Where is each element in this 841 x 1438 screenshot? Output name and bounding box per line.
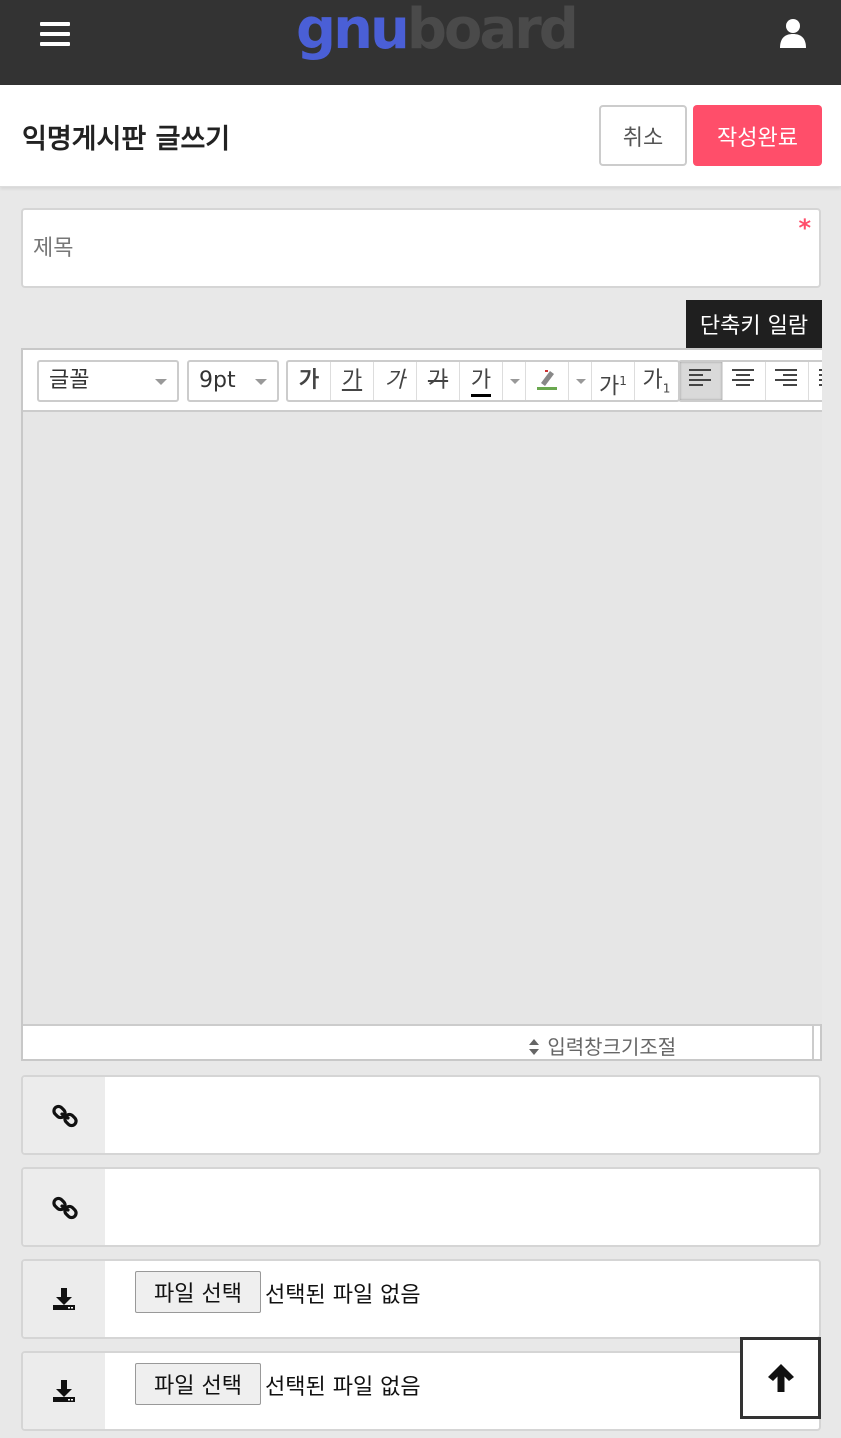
align-left-button[interactable] <box>680 362 723 400</box>
link-field-2 <box>21 1167 821 1247</box>
align-group <box>678 360 822 402</box>
rich-text-editor: 글꼴 9pt 가 가 가 가 가 가1 가1 입력창크기조절 <box>21 348 822 1061</box>
subject-field: * <box>21 208 821 288</box>
file-field-2: 파일 선택 선택된 파일 없음 <box>21 1351 821 1431</box>
font-family-select[interactable]: 글꼴 <box>37 360 179 402</box>
font-family-label: 글꼴 <box>49 368 90 393</box>
align-justify-icon <box>818 369 822 389</box>
file-status-1: 선택된 파일 없음 <box>265 1283 421 1308</box>
file-field-1: 파일 선택 선택된 파일 없음 <box>21 1259 821 1339</box>
download-icon <box>53 1380 75 1402</box>
superscript-button[interactable]: 가1 <box>592 362 635 400</box>
link-input-2[interactable] <box>113 1181 803 1233</box>
editor-content-area[interactable] <box>23 412 822 1024</box>
subscript-button[interactable]: 가1 <box>635 362 678 400</box>
top-header: gnuboard <box>0 0 841 85</box>
bold-button[interactable]: 가 <box>288 362 331 400</box>
shortcut-list-button[interactable]: 단축키 일람 <box>686 300 822 348</box>
gnuboard-logo[interactable]: gnuboard <box>296 0 579 70</box>
link-input-1[interactable] <box>113 1089 803 1141</box>
font-color-dropdown[interactable] <box>503 362 526 400</box>
align-right-icon <box>775 369 799 389</box>
strikethrough-button[interactable]: 가 <box>417 362 460 400</box>
file-select-button-1[interactable]: 파일 선택 <box>135 1271 261 1313</box>
write-title-bar: 익명게시판 글쓰기 취소 작성완료 <box>0 85 841 187</box>
link-icon <box>52 1104 78 1128</box>
user-icon[interactable] <box>779 18 807 48</box>
menu-icon[interactable] <box>40 22 70 46</box>
editor-resize-handle[interactable]: 입력창크기조절 <box>23 1024 820 1059</box>
align-center-icon <box>732 369 756 389</box>
font-color-button[interactable]: 가 <box>460 362 503 400</box>
highlight-color-button[interactable] <box>526 362 569 400</box>
resize-arrows-icon <box>529 1039 539 1055</box>
cancel-button[interactable]: 취소 <box>599 105 687 166</box>
highlighter-icon <box>537 370 557 390</box>
resize-label: 입력창크기조절 <box>547 1035 677 1059</box>
download-icon <box>53 1288 75 1310</box>
page-title: 익명게시판 글쓰기 <box>22 124 231 155</box>
chevron-down-icon <box>255 379 267 385</box>
italic-button[interactable]: 가 <box>374 362 417 400</box>
align-left-icon <box>689 369 713 389</box>
chevron-down-icon <box>155 379 167 385</box>
submit-button[interactable]: 작성완료 <box>693 105 822 166</box>
text-style-group: 가 가 가 가 가 가1 가1 <box>286 360 680 402</box>
align-right-button[interactable] <box>766 362 809 400</box>
font-size-select[interactable]: 9pt <box>187 360 279 402</box>
underline-button[interactable]: 가 <box>331 362 374 400</box>
font-size-label: 9pt <box>199 368 236 393</box>
file-select-button-2[interactable]: 파일 선택 <box>135 1363 261 1405</box>
scroll-top-button[interactable] <box>740 1337 821 1419</box>
required-star: * <box>798 214 811 242</box>
file-status-2: 선택된 파일 없음 <box>265 1375 421 1400</box>
highlight-color-dropdown[interactable] <box>569 362 592 400</box>
link-icon <box>52 1196 78 1220</box>
editor-toolbar: 글꼴 9pt 가 가 가 가 가 가1 가1 <box>23 350 822 412</box>
link-field-1 <box>21 1075 821 1155</box>
arrow-up-icon <box>768 1364 794 1392</box>
align-center-button[interactable] <box>723 362 766 400</box>
align-justify-button[interactable] <box>809 362 822 400</box>
subject-input[interactable] <box>33 226 793 270</box>
